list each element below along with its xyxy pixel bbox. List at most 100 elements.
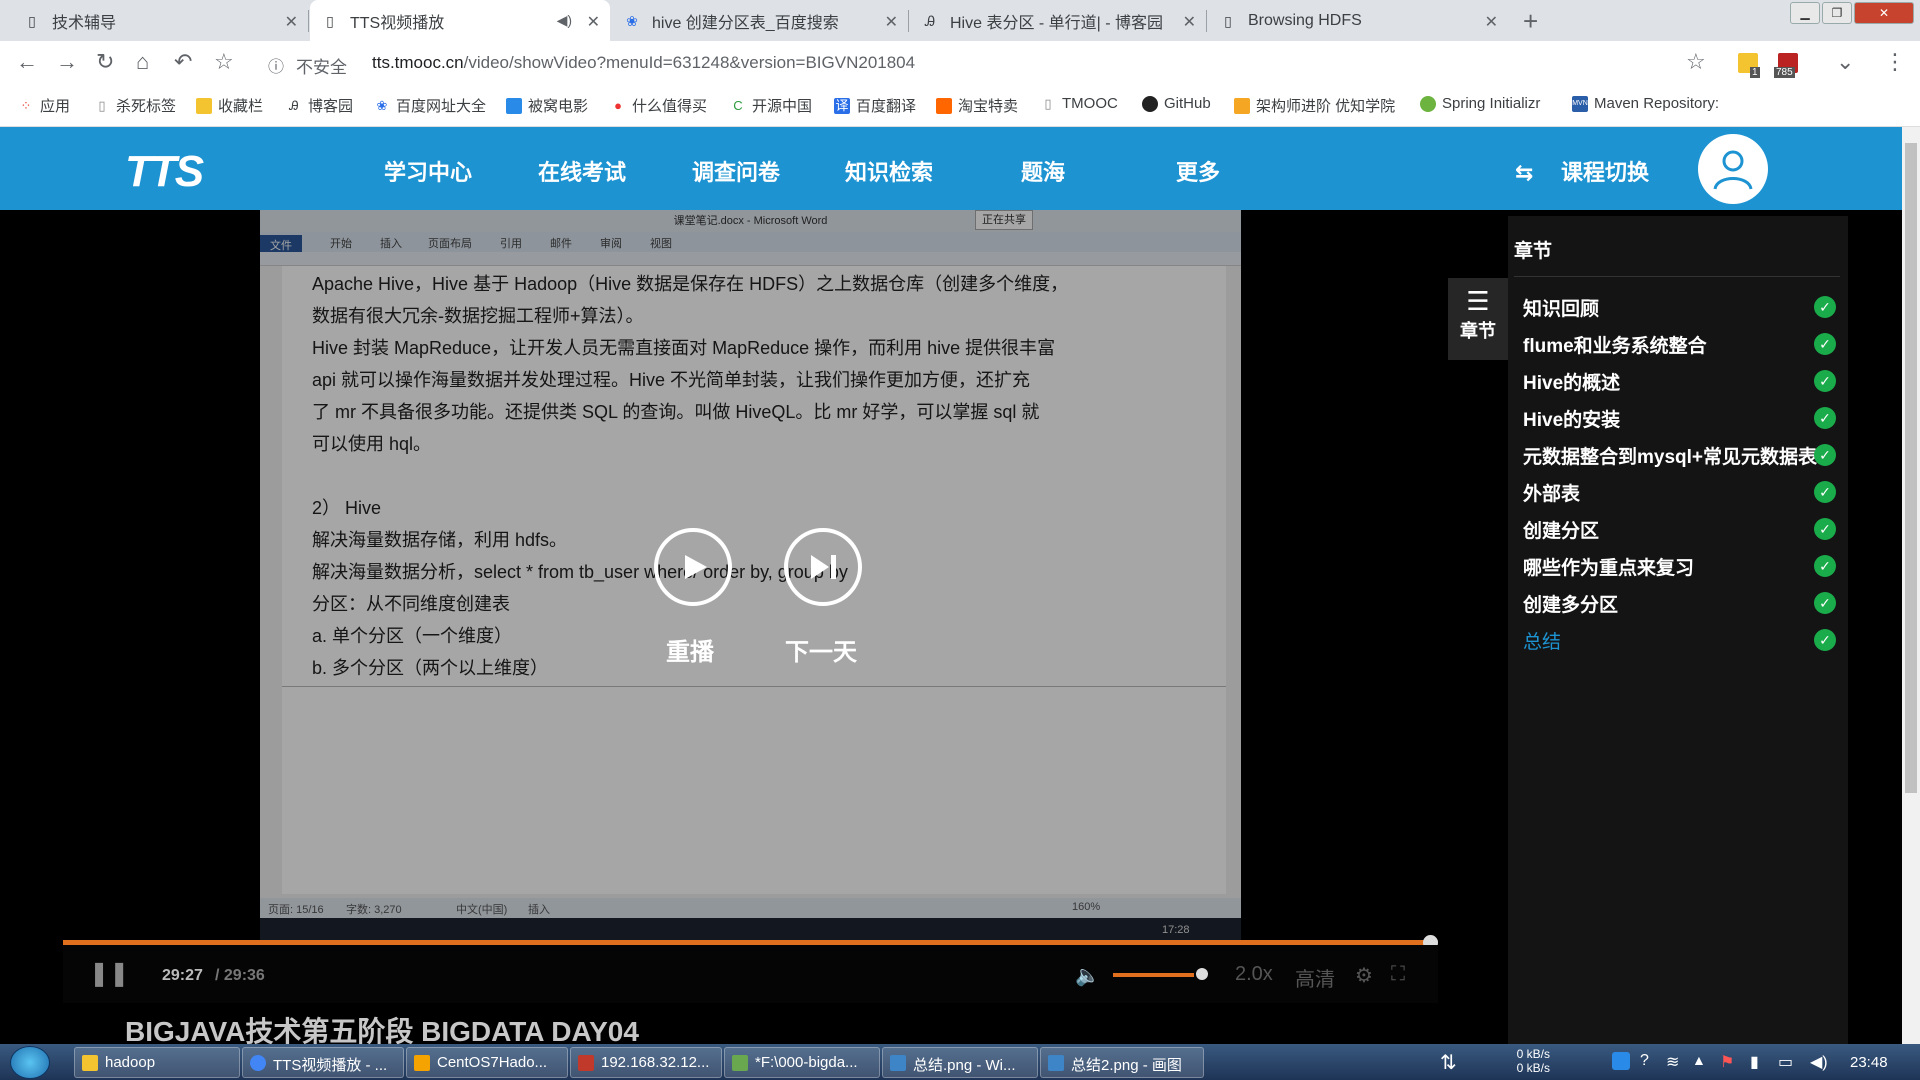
- nav-survey[interactable]: 调查问卷: [692, 155, 780, 187]
- nav-learning-center[interactable]: 学习中心: [384, 155, 472, 187]
- speaker-icon[interactable]: ◀): [1810, 1052, 1828, 1072]
- taskbar-item[interactable]: TTS视频播放 - ...: [242, 1047, 404, 1078]
- nav-question-bank[interactable]: 题海: [1021, 155, 1065, 187]
- window-close-icon[interactable]: ✕: [1854, 2, 1914, 24]
- new-tab-icon[interactable]: +: [1523, 6, 1538, 37]
- folder-icon: [196, 97, 212, 114]
- star-icon[interactable]: ☆: [1686, 49, 1706, 75]
- next-day-button[interactable]: [784, 528, 862, 606]
- playback-speed[interactable]: 2.0x: [1235, 963, 1273, 986]
- volume-slider[interactable]: [1113, 973, 1194, 977]
- chapter-item[interactable]: flume和业务系统整合: [1523, 331, 1707, 358]
- nav-more[interactable]: 更多: [1176, 155, 1220, 187]
- chapter-item-current[interactable]: 总结: [1523, 627, 1561, 654]
- undo-icon[interactable]: ↶: [174, 49, 192, 75]
- page-scrollbar[interactable]: [1902, 127, 1920, 1044]
- replay-label[interactable]: 重播: [666, 632, 714, 667]
- volume-handle[interactable]: [1196, 968, 1208, 980]
- tab-2-active[interactable]: ▯ TTS视频播放 ◀) ✕: [310, 0, 610, 41]
- flag-icon[interactable]: ⚑: [1720, 1052, 1734, 1072]
- chapter-item[interactable]: Hive的安装: [1523, 405, 1620, 432]
- bookmark-item[interactable]: ● 什么值得买: [610, 95, 707, 116]
- bookmark-item[interactable]: GitHub: [1142, 95, 1211, 112]
- chapter-item[interactable]: 外部表: [1523, 479, 1580, 506]
- taskbar-item[interactable]: hadoop: [74, 1047, 240, 1078]
- pause-icon[interactable]: ❚❚: [89, 959, 129, 988]
- bookmark-item[interactable]: ▯ 杀死标签: [94, 95, 176, 116]
- forward-icon[interactable]: →: [56, 49, 78, 75]
- taskbar-item[interactable]: 总结.png - Wi...: [882, 1047, 1038, 1078]
- bookmark-item[interactable]: ▯ TMOOC: [1040, 95, 1117, 112]
- chapter-sidebar: 章节 知识回顾 ✓ flume和业务系统整合 ✓ Hive的概述 ✓ Hive的…: [1508, 216, 1848, 1044]
- start-button[interactable]: [10, 1046, 50, 1079]
- volume-icon[interactable]: 🔈: [1075, 963, 1100, 988]
- chapter-toggle[interactable]: ☰ 章节: [1448, 278, 1508, 360]
- bookmark-item[interactable]: ❀ 百度网址大全: [374, 95, 486, 116]
- close-icon[interactable]: ✕: [285, 12, 298, 32]
- url-field[interactable]: tts.tmooc.cn/video/showVideo?menuId=6312…: [372, 53, 915, 73]
- site-logo[interactable]: TTS: [125, 147, 204, 197]
- taskbar-item[interactable]: *F:\000-bigda...: [724, 1047, 880, 1078]
- bookmark-item[interactable]: Ꭿ 博客园: [286, 95, 353, 116]
- check-icon: ✓: [1814, 444, 1836, 466]
- chapter-toggle-label: 章节: [1460, 321, 1496, 341]
- chapter-item[interactable]: 创建多分区: [1523, 590, 1618, 617]
- oschina-icon: C: [733, 97, 743, 113]
- nav-knowledge-search[interactable]: 知识检索: [845, 155, 933, 187]
- taskbar-item[interactable]: 192.168.32.12...: [570, 1047, 722, 1078]
- settings-gear-icon[interactable]: ⚙: [1355, 963, 1373, 988]
- net-up: 0 kB/s: [1516, 1047, 1550, 1061]
- close-icon[interactable]: ✕: [885, 12, 898, 32]
- chapter-item[interactable]: 元数据整合到mysql+常见元数据表: [1523, 442, 1823, 469]
- tab-title: 技术辅导: [52, 14, 117, 32]
- bookmark-apps[interactable]: ⁘ 应用: [18, 95, 70, 116]
- signal-icon[interactable]: ▮: [1750, 1052, 1759, 1072]
- close-icon[interactable]: ✕: [1183, 12, 1196, 32]
- bookmark-item[interactable]: 被窝电影: [506, 95, 588, 116]
- tray-expand-icon[interactable]: ▲: [1692, 1052, 1706, 1068]
- help-icon[interactable]: ?: [1640, 1052, 1649, 1070]
- bookmark-item[interactable]: 译百度翻译: [834, 95, 916, 116]
- power-icon[interactable]: ▭: [1778, 1052, 1793, 1072]
- home-icon[interactable]: ⌂: [136, 49, 149, 75]
- avatar[interactable]: [1698, 134, 1768, 204]
- taskbar-item[interactable]: 总结2.png - 画图: [1040, 1047, 1204, 1078]
- chapter-item[interactable]: Hive的概述: [1523, 368, 1620, 395]
- bookmark-item[interactable]: 收藏栏: [196, 95, 263, 116]
- bookmark-item[interactable]: MVN Maven Repository:: [1572, 95, 1719, 112]
- wifi-icon[interactable]: ≋: [1666, 1052, 1679, 1072]
- course-switch-button[interactable]: ⇆ 课程切换: [1515, 155, 1649, 187]
- close-icon[interactable]: ✕: [1485, 12, 1498, 32]
- system-clock[interactable]: 23:48: [1850, 1054, 1888, 1071]
- translate-icon: 译: [834, 97, 850, 114]
- taskbar-item[interactable]: CentOS7Hado...: [406, 1047, 568, 1078]
- bookmark-item[interactable]: Spring Initializr: [1420, 95, 1540, 112]
- tab-4[interactable]: Ꭿ Hive 表分区 - 单行道| - 博客园 ✕: [910, 0, 1206, 41]
- reload-icon[interactable]: ↻: [96, 49, 114, 75]
- next-day-label[interactable]: 下一天: [785, 632, 857, 667]
- replay-button[interactable]: [654, 528, 732, 606]
- quality-selector[interactable]: 高清: [1295, 963, 1335, 992]
- chapter-item[interactable]: 创建分区: [1523, 516, 1599, 543]
- bookmark-item[interactable]: 架构师进阶 优知学院: [1234, 95, 1395, 116]
- bookmark-item[interactable]: C 开源中国: [730, 95, 812, 116]
- scrollbar-thumb[interactable]: [1905, 143, 1917, 793]
- bookmark-star-icon[interactable]: ☆: [214, 49, 234, 75]
- back-icon[interactable]: ←: [16, 49, 38, 75]
- bookmark-item[interactable]: 淘宝特卖: [936, 95, 1018, 116]
- speaker-icon[interactable]: ◀): [557, 12, 572, 29]
- nav-online-exam[interactable]: 在线考试: [538, 155, 626, 187]
- tab-5[interactable]: ▯ Browsing HDFS ✕: [1208, 0, 1508, 41]
- menu-icon[interactable]: ⋮: [1884, 49, 1906, 75]
- baidu-disk-icon[interactable]: [1612, 1052, 1630, 1070]
- chapter-item[interactable]: 哪些作为重点来复习: [1523, 553, 1694, 580]
- minimize-icon[interactable]: ▁: [1790, 2, 1820, 24]
- chevron-down-icon[interactable]: ⌄: [1836, 49, 1854, 75]
- close-icon[interactable]: ✕: [587, 12, 600, 32]
- maximize-icon[interactable]: ❐: [1822, 2, 1852, 24]
- tab-3[interactable]: ❀ hive 创建分区表_百度搜索 ✕: [612, 0, 908, 41]
- chapter-item[interactable]: 知识回顾: [1523, 294, 1599, 321]
- fullscreen-icon[interactable]: ⛶: [1391, 963, 1405, 986]
- tab-title: Hive 表分区 - 单行道| - 博客园: [950, 14, 1164, 32]
- tab-1[interactable]: ▯ 技术辅导 ✕: [12, 0, 308, 41]
